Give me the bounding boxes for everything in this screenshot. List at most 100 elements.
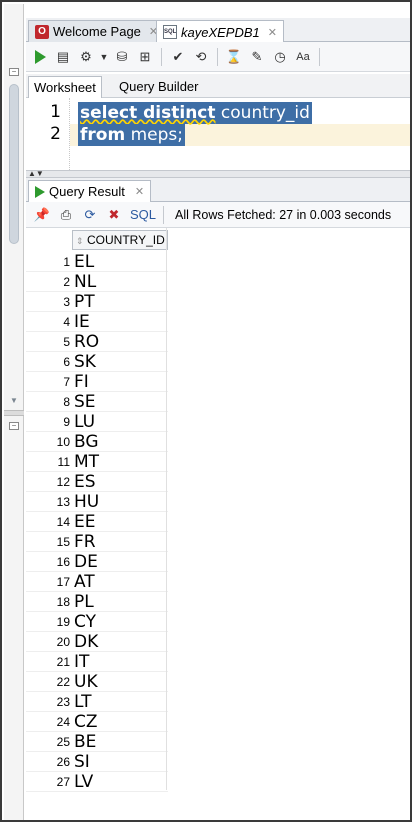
table-row[interactable]: 18 PL (26, 592, 168, 612)
country-id-cell[interactable]: BG (74, 432, 99, 452)
table-row[interactable]: 16 DE (26, 552, 168, 572)
column-header-country-id[interactable]: ⇕ COUNTRY_ID (72, 230, 168, 250)
country-id-cell[interactable]: SI (74, 752, 90, 772)
collapse-icon[interactable]: − (9, 68, 19, 76)
table-row[interactable]: 22 UK (26, 672, 168, 692)
tab-label: kayeXEPDB1 (181, 24, 260, 40)
table-row[interactable]: 6 SK (26, 352, 168, 372)
table-row[interactable]: 11 MT (26, 452, 168, 472)
country-id-cell[interactable]: PT (74, 292, 95, 312)
country-id-cell[interactable]: BE (74, 732, 96, 752)
close-icon[interactable]: ✕ (135, 185, 144, 198)
table-row[interactable]: 26 SI (26, 752, 168, 772)
row-number: 21 (56, 655, 70, 669)
tab-query-result[interactable]: Query Result ✕ (28, 180, 152, 202)
country-id-cell[interactable]: AT (74, 572, 95, 592)
country-id-cell[interactable]: MT (74, 452, 99, 472)
country-id-cell[interactable]: UK (74, 672, 98, 692)
country-id-cell[interactable]: EE (74, 512, 95, 532)
pin-button[interactable]: 📌 (32, 205, 52, 225)
code-line-1[interactable]: select distinct country_id (78, 102, 312, 124)
country-id-cell[interactable]: NL (74, 272, 96, 292)
tab-query-builder[interactable]: Query Builder (114, 76, 203, 98)
table-row[interactable]: 15 FR (26, 532, 168, 552)
table-row[interactable]: 20 DK (26, 632, 168, 652)
table-row[interactable]: 1 EL (26, 252, 168, 272)
table-row[interactable]: 4 IE (26, 312, 168, 332)
explain-plan-button[interactable]: ⛁ (112, 47, 132, 67)
table-row[interactable]: 10 BG (26, 432, 168, 452)
table-row[interactable]: 25 BE (26, 732, 168, 752)
country-id-cell[interactable]: DE (74, 552, 98, 572)
table-row[interactable]: 21 IT (26, 652, 168, 672)
country-id-cell[interactable]: DK (74, 632, 98, 652)
country-id-cell[interactable]: SE (74, 392, 96, 412)
sql-editor[interactable]: 1 2 select distinct country_id from meps… (26, 98, 410, 170)
commit-button[interactable]: ✔ (168, 47, 188, 67)
country-id-cell[interactable]: LV (74, 772, 93, 792)
country-id-cell[interactable]: FR (74, 532, 96, 552)
country-id-cell[interactable]: PL (74, 592, 94, 612)
cancel-button[interactable]: ✖ (104, 205, 124, 225)
country-id-cell[interactable]: RO (74, 332, 99, 352)
pin-icon: 📌 (33, 206, 51, 222)
row-number: 15 (56, 535, 70, 549)
monitor-button[interactable]: ◷ (270, 47, 290, 67)
country-id-cell[interactable]: IT (74, 652, 89, 672)
table-row[interactable]: 24 CZ (26, 712, 168, 732)
table-row[interactable]: 8 SE (26, 392, 168, 412)
table-row[interactable]: 7 FI (26, 372, 168, 392)
table-row[interactable]: 9 LU (26, 412, 168, 432)
row-number: 17 (56, 575, 70, 589)
country-id-cell[interactable]: LT (74, 692, 92, 712)
table-row[interactable]: 12 ES (26, 472, 168, 492)
table-row[interactable]: 14 EE (26, 512, 168, 532)
country-id-cell[interactable]: IE (74, 312, 90, 332)
table-row[interactable]: 23 LT (26, 692, 168, 712)
sql-identifier: meps; (130, 125, 183, 145)
country-id-cell[interactable]: SK (74, 352, 96, 372)
autotrace-button[interactable]: ⚙ (76, 47, 96, 67)
close-icon[interactable]: ✕ (268, 26, 277, 39)
collapse-icon[interactable]: − (9, 422, 19, 430)
tab-kayexepdb1[interactable]: SQL kayeXEPDB1 ✕ (156, 20, 284, 43)
run-script-button[interactable]: ▤ (53, 47, 73, 67)
tab-worksheet[interactable]: Worksheet (28, 76, 102, 99)
country-id-cell[interactable]: CY (74, 612, 96, 632)
collapse-arrows-icon[interactable]: ▲▼ (28, 169, 44, 178)
table-row[interactable]: 5 RO (26, 332, 168, 352)
table-row[interactable]: 2 NL (26, 272, 168, 292)
row-number: 14 (56, 515, 70, 529)
scroll-down-icon[interactable]: ▼ (10, 396, 18, 405)
fetch-status: All Rows Fetched: 27 in 0.003 seconds (175, 207, 392, 222)
format-button[interactable]: Aa (293, 47, 313, 67)
country-id-cell[interactable]: EL (74, 252, 94, 272)
left-scrollbar[interactable] (9, 84, 19, 244)
table-row[interactable]: 17 AT (26, 572, 168, 592)
dropdown-button[interactable]: ▼ (99, 47, 109, 67)
country-id-cell[interactable]: ES (74, 472, 96, 492)
sql-tuning-button[interactable]: ⊞ (135, 47, 155, 67)
table-row[interactable]: 3 PT (26, 292, 168, 312)
sort-icon[interactable]: ⇕ (76, 232, 84, 250)
editor-splitter[interactable]: ▲▼ (26, 169, 410, 178)
line-number-gutter: 1 2 (26, 98, 70, 170)
run-statement-button[interactable] (30, 47, 50, 67)
refresh-button[interactable]: ⟳ (80, 205, 100, 225)
tab-welcome-page[interactable]: O Welcome Page ✕ (28, 20, 166, 42)
grid-column-border (166, 228, 167, 790)
print-button[interactable]: ⎙ (56, 205, 76, 225)
panel-divider[interactable] (4, 410, 24, 416)
table-row[interactable]: 19 CY (26, 612, 168, 632)
sql-link[interactable]: SQL (130, 207, 156, 222)
clear-button[interactable]: ✎ (247, 47, 267, 67)
sql-history-button[interactable]: ⌛ (224, 47, 244, 67)
table-row[interactable]: 27 LV (26, 772, 168, 792)
country-id-cell[interactable]: CZ (74, 712, 98, 732)
rollback-button[interactable]: ⟲ (191, 47, 211, 67)
code-line-2[interactable]: from meps; (78, 124, 185, 146)
country-id-cell[interactable]: LU (74, 412, 95, 432)
table-row[interactable]: 13 HU (26, 492, 168, 512)
country-id-cell[interactable]: FI (74, 372, 89, 392)
country-id-cell[interactable]: HU (74, 492, 99, 512)
